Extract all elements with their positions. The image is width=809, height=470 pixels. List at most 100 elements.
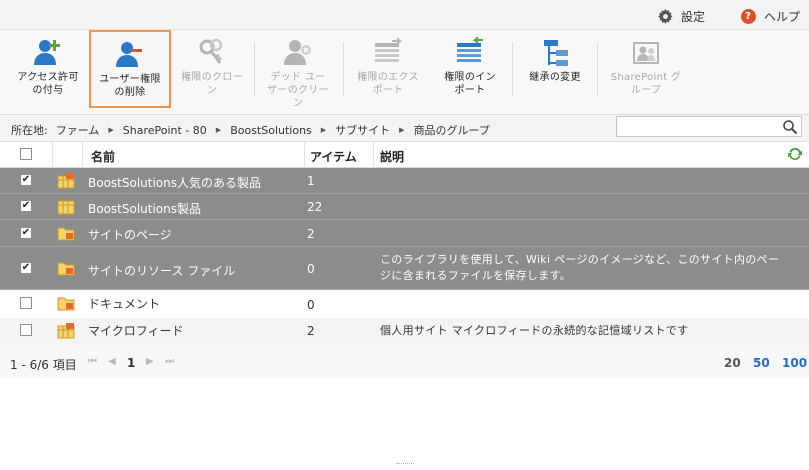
dead-user-cleanup-label: デッド ユー ザーのクリー ン (267, 72, 329, 109)
search-icon[interactable] (782, 119, 798, 135)
table-row[interactable]: マイクロフィード 2 個人用サイト マイクロフィードの永続的な記憶域リストです (0, 318, 809, 344)
column-divider (52, 142, 53, 168)
table-row[interactable]: ドキュメント 0 (0, 290, 809, 318)
remove-user-permissions-button[interactable]: ユーザー権限 の削除 (89, 30, 171, 108)
group-icon (629, 36, 663, 70)
clone-permissions-button[interactable]: 権限のクロー ン (172, 30, 252, 110)
user-add-icon (31, 36, 65, 70)
remove-user-permissions-label: ユーザー権限 の削除 (99, 74, 161, 98)
grant-permissions-button[interactable]: アクセス許可 の付与 (8, 30, 88, 110)
row-item-count: 1 (307, 174, 315, 188)
help-icon: ? (740, 8, 756, 24)
grant-permissions-label: アクセス許可 の付与 (17, 72, 79, 96)
current-page: 1 (127, 356, 136, 370)
row-checkbox[interactable] (20, 324, 32, 336)
column-divider (373, 142, 374, 168)
dead-user-cleanup-button[interactable]: デッド ユー ザーのクリー ン (256, 30, 340, 110)
chevron-right-icon: ▶ (399, 126, 405, 134)
chevron-right-icon: ▶ (320, 126, 327, 134)
column-divider (82, 142, 83, 168)
row-name[interactable]: サイトのリソース ファイル (88, 262, 235, 279)
library-icon (57, 295, 75, 311)
breadcrumb-item[interactable]: ファーム (56, 122, 100, 138)
row-name[interactable]: BoostSolutions製品 (88, 200, 201, 217)
export-permissions-label: 権限のエクス ポート (357, 72, 419, 96)
breadcrumb-item[interactable]: BoostSolutions (230, 124, 312, 137)
import-icon (453, 36, 487, 70)
export-permissions-button[interactable]: 権限のエクス ポート (346, 30, 430, 110)
first-page-icon[interactable]: ⏮ (88, 356, 97, 367)
row-checkbox[interactable]: ✔ (20, 227, 32, 239)
column-divider (304, 142, 305, 168)
table-row[interactable]: ✔ サイトのリソース ファイル 0 このライブラリを使用して、Wiki ページの… (0, 247, 809, 290)
change-inheritance-label: 継承の変更 (529, 72, 581, 83)
row-item-count: 0 (307, 298, 315, 312)
list-icon (57, 323, 75, 339)
row-checkbox[interactable]: ✔ (20, 200, 32, 212)
refresh-icon[interactable] (787, 146, 803, 165)
library-icon (57, 260, 75, 276)
ribbon-separator (597, 42, 598, 97)
column-header-items[interactable]: アイテム (310, 148, 357, 165)
import-permissions-button[interactable]: 権限のイン ポート (430, 30, 510, 110)
breadcrumb-item[interactable]: 商品のグループ (414, 122, 490, 138)
list-icon (57, 173, 75, 189)
clone-permissions-label: 権限のクロー ン (181, 72, 243, 96)
table-row[interactable]: ✔ サイトのページ 2 (0, 220, 809, 247)
row-item-count: 2 (307, 324, 315, 338)
table-row[interactable]: ✔ BoostSolutions製品 22 (0, 194, 809, 220)
row-description: 個人用サイト マイクロフィードの永続的な記憶域リストです (380, 324, 689, 337)
inheritance-icon (538, 36, 572, 70)
page-size-20[interactable]: 20 (724, 356, 741, 370)
settings-link[interactable]: 設定 (657, 7, 705, 25)
export-icon (371, 36, 405, 70)
list-icon (57, 199, 75, 215)
breadcrumb-item[interactable]: サブサイト (335, 122, 390, 138)
row-description: このライブラリを使用して、Wiki ページのイメージなど、このサイト内のページに… (380, 253, 780, 282)
settings-label: 設定 (681, 9, 706, 24)
prev-page-icon[interactable]: ◀ (108, 356, 116, 367)
breadcrumb-item[interactable]: SharePoint - 80 (123, 124, 207, 137)
resize-grip[interactable] (396, 463, 414, 467)
column-header-name[interactable]: 名前 (91, 148, 115, 165)
row-item-count: 2 (307, 227, 315, 241)
page-size-50[interactable]: 50 (753, 356, 770, 370)
row-item-count: 22 (307, 200, 323, 214)
select-all-checkbox[interactable] (20, 148, 32, 160)
row-name[interactable]: ドキュメント (88, 295, 160, 312)
user-remove-icon (113, 38, 147, 72)
sharepoint-groups-button[interactable]: SharePoint グ ループ (600, 30, 692, 110)
sharepoint-groups-label: SharePoint グ ループ (610, 72, 682, 96)
breadcrumb: 所在地: ファーム ▶ SharePoint - 80 ▶ BoostSolut… (11, 122, 490, 138)
search-input[interactable] (616, 116, 802, 137)
pager-range: 1 - 6/6 項目 (10, 358, 77, 372)
page-size-100[interactable]: 100 (782, 356, 807, 370)
gear-icon (657, 8, 673, 24)
ribbon-separator (512, 42, 513, 97)
row-name[interactable]: BoostSolutions人気のある製品 (88, 174, 261, 191)
change-inheritance-button[interactable]: 継承の変更 (515, 30, 595, 110)
row-name[interactable]: マイクロフィード (88, 322, 184, 339)
row-item-count: 0 (307, 262, 315, 276)
row-checkbox[interactable]: ✔ (20, 262, 32, 274)
user-clean-icon (281, 36, 315, 70)
help-label: ヘルプ (764, 9, 801, 24)
pager: 1 - 6/6 項目 ⏮ ◀ 1 ▶ ⏭ 20 50 100 (0, 344, 809, 378)
row-checkbox[interactable] (20, 297, 32, 309)
table-row[interactable]: ✔ BoostSolutions人気のある製品 1 (0, 168, 809, 194)
keys-icon (195, 36, 229, 70)
table-header: 名前 アイテム 説明 (0, 142, 809, 168)
chevron-right-icon: ▶ (108, 126, 114, 134)
column-header-description[interactable]: 説明 (380, 148, 404, 165)
ribbon-separator (343, 42, 344, 97)
import-permissions-label: 権限のイン ポート (444, 72, 496, 96)
ribbon-separator (254, 42, 255, 97)
row-checkbox[interactable]: ✔ (20, 174, 32, 186)
next-page-icon[interactable]: ▶ (146, 356, 154, 367)
location-label: 所在地: (11, 124, 48, 137)
row-name[interactable]: サイトのページ (88, 226, 172, 243)
top-bar: 設定 ? ヘルプ (0, 0, 809, 30)
help-link[interactable]: ? ヘルプ (740, 7, 800, 25)
library-icon (57, 225, 75, 241)
last-page-icon[interactable]: ⏭ (165, 356, 174, 367)
